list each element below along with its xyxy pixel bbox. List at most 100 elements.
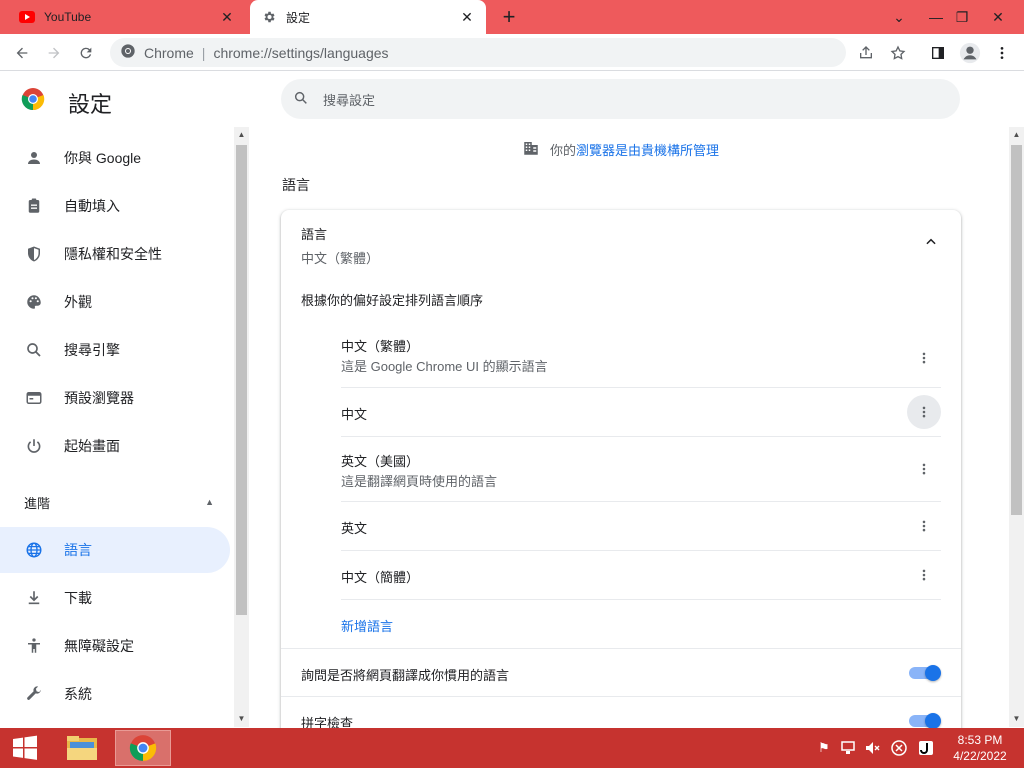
scroll-thumb[interactable]	[236, 145, 247, 615]
sidebar-item-search-engine[interactable]: 搜尋引擎	[0, 327, 230, 373]
browser-icon	[24, 388, 44, 408]
sidebar-item-label: 語言	[64, 542, 92, 558]
palette-icon	[24, 292, 44, 312]
language-name: 英文（美國）	[341, 454, 420, 469]
star-icon[interactable]	[884, 39, 912, 67]
share-icon[interactable]	[852, 39, 880, 67]
more-menu-icon[interactable]	[988, 39, 1016, 67]
scroll-thumb[interactable]	[1011, 145, 1022, 515]
profile-avatar[interactable]	[956, 39, 984, 67]
file-explorer-icon[interactable]	[54, 730, 110, 766]
sidebar-item-downloads[interactable]: 下載	[0, 575, 230, 621]
search-icon	[293, 90, 309, 109]
network-icon[interactable]	[838, 738, 858, 758]
close-icon[interactable]: ✕	[458, 8, 476, 26]
sidebar-advanced-toggle[interactable]: 進階 ▲	[24, 484, 214, 520]
sidebar-item-on-startup[interactable]: 起始畫面	[0, 423, 230, 469]
window-close-icon[interactable]: ✕	[980, 0, 1016, 34]
address-bar[interactable]: Chrome | chrome://settings/languages	[110, 38, 846, 67]
shield-icon	[24, 244, 44, 264]
managed-prefix: 你的	[550, 142, 577, 158]
toggle-knob	[925, 665, 941, 681]
current-language: 中文（繁體）	[301, 251, 380, 266]
settings-search[interactable]: 搜尋設定	[281, 79, 960, 119]
forward-arrow-icon[interactable]	[40, 39, 68, 67]
scroll-up-arrow[interactable]: ▲	[1011, 129, 1022, 141]
advanced-label: 進階	[24, 495, 51, 511]
tab-search-icon[interactable]: ⌄	[881, 0, 917, 34]
more-vert-icon[interactable]	[907, 452, 941, 486]
windows-start-icon[interactable]	[4, 730, 46, 766]
sidebar-item-label: 自動填入	[64, 198, 120, 214]
language-name: 英文	[341, 521, 368, 536]
offer-translate-toggle[interactable]	[909, 665, 941, 681]
sidebar-item-label: 起始畫面	[64, 438, 120, 454]
clock-time: 8:53 PM	[957, 733, 1003, 747]
language-name: 中文（簡體）	[341, 570, 420, 585]
chevron-up-icon[interactable]	[921, 232, 941, 252]
sidebar-item-label: 搜尋引擎	[64, 342, 120, 358]
sidebar-scrollbar[interactable]: ▲ ▼	[234, 127, 249, 727]
clock-date: 4/22/2022	[953, 749, 1007, 763]
sidebar-item-autofill[interactable]: 自動填入	[0, 183, 230, 229]
tab-settings[interactable]: 設定 ✕	[250, 0, 486, 34]
sidebar-item-label: 下載	[64, 590, 92, 606]
more-vert-icon[interactable]	[907, 395, 941, 429]
accessibility-icon	[24, 636, 44, 656]
sidebar-item-accessibility[interactable]: 無障礙設定	[0, 623, 230, 669]
download-icon	[24, 588, 44, 608]
new-tab-button[interactable]: +	[496, 4, 522, 29]
volume-muted-icon[interactable]	[862, 738, 882, 758]
languages-card: 語言 中文（繁體） 根據你的偏好設定排列語言順序 中文（繁體） 這是 Googl…	[281, 210, 961, 740]
tab-title: 設定	[286, 10, 311, 25]
sidebar-item-you-and-google[interactable]: 你與 Google	[0, 135, 230, 181]
language-name: 中文（繁體）	[341, 339, 420, 354]
language-desc: 這是翻譯網頁時使用的語言	[341, 474, 498, 489]
more-vert-icon[interactable]	[907, 341, 941, 375]
building-icon	[522, 139, 540, 160]
address-url: chrome://settings/languages	[213, 44, 389, 61]
triangle-up-icon: ▲	[205, 497, 214, 507]
chrome-taskbar-icon[interactable]	[115, 730, 171, 766]
error-icon[interactable]	[889, 738, 909, 758]
offer-translate-row[interactable]: 詢問是否將網頁翻譯成你慣用的語言	[281, 648, 961, 696]
site-chip: Chrome	[144, 44, 194, 61]
page-title: 設定	[68, 92, 113, 117]
more-vert-icon[interactable]	[907, 558, 941, 592]
side-panel-icon[interactable]	[924, 39, 952, 67]
scroll-down-arrow[interactable]: ▼	[236, 713, 247, 725]
more-vert-icon[interactable]	[907, 509, 941, 543]
taskbar-clock[interactable]: 8:53 PM 4/22/2022	[948, 732, 1012, 764]
address-separator: |	[201, 44, 206, 61]
sidebar-item-languages[interactable]: 語言	[0, 527, 230, 573]
youtube-icon	[18, 8, 36, 26]
scroll-up-arrow[interactable]: ▲	[236, 129, 247, 141]
power-icon	[24, 436, 44, 456]
language-desc: 這是 Google Chrome UI 的顯示語言	[341, 359, 548, 374]
windows-taskbar: ⚑ 8:53 PM 4/22/2022	[0, 728, 1024, 768]
sidebar-item-privacy[interactable]: 隱私權和安全性	[0, 231, 230, 277]
sidebar-item-system[interactable]: 系統	[0, 671, 230, 717]
sidebar-item-label: 外觀	[64, 294, 92, 310]
reload-icon[interactable]	[72, 39, 100, 67]
flag-icon[interactable]: ⚑	[814, 738, 834, 758]
restore-icon[interactable]: ❐	[944, 0, 980, 34]
scroll-down-arrow[interactable]: ▼	[1011, 713, 1022, 725]
sidebar-item-appearance[interactable]: 外觀	[0, 279, 230, 325]
settings-header: 設定 搜尋設定	[0, 71, 1024, 127]
spell-check-toggle[interactable]	[909, 713, 941, 729]
main-scrollbar[interactable]: ▲ ▼	[1009, 127, 1024, 727]
managed-link[interactable]: 瀏覽器是由貴機構所管理	[576, 140, 719, 159]
chrome-logo-icon	[21, 87, 45, 111]
close-icon[interactable]: ✕	[218, 8, 236, 26]
sidebar-item-label: 預設瀏覽器	[64, 390, 134, 406]
language-item: 中文	[341, 388, 941, 437]
app-tray-icon[interactable]	[916, 738, 936, 758]
sidebar-item-default-browser[interactable]: 預設瀏覽器	[0, 375, 230, 421]
languages-header-row[interactable]: 語言 中文（繁體）	[301, 224, 379, 267]
tab-youtube[interactable]: YouTube ✕	[8, 0, 246, 34]
back-arrow-icon[interactable]	[8, 39, 36, 67]
add-language-button[interactable]: 新增語言	[341, 616, 393, 635]
globe-icon	[24, 540, 44, 560]
settings-sidebar: 你與 Google 自動填入 隱私權和安全性 外觀 搜尋引擎 預設瀏覽器 起始畫…	[0, 127, 232, 727]
